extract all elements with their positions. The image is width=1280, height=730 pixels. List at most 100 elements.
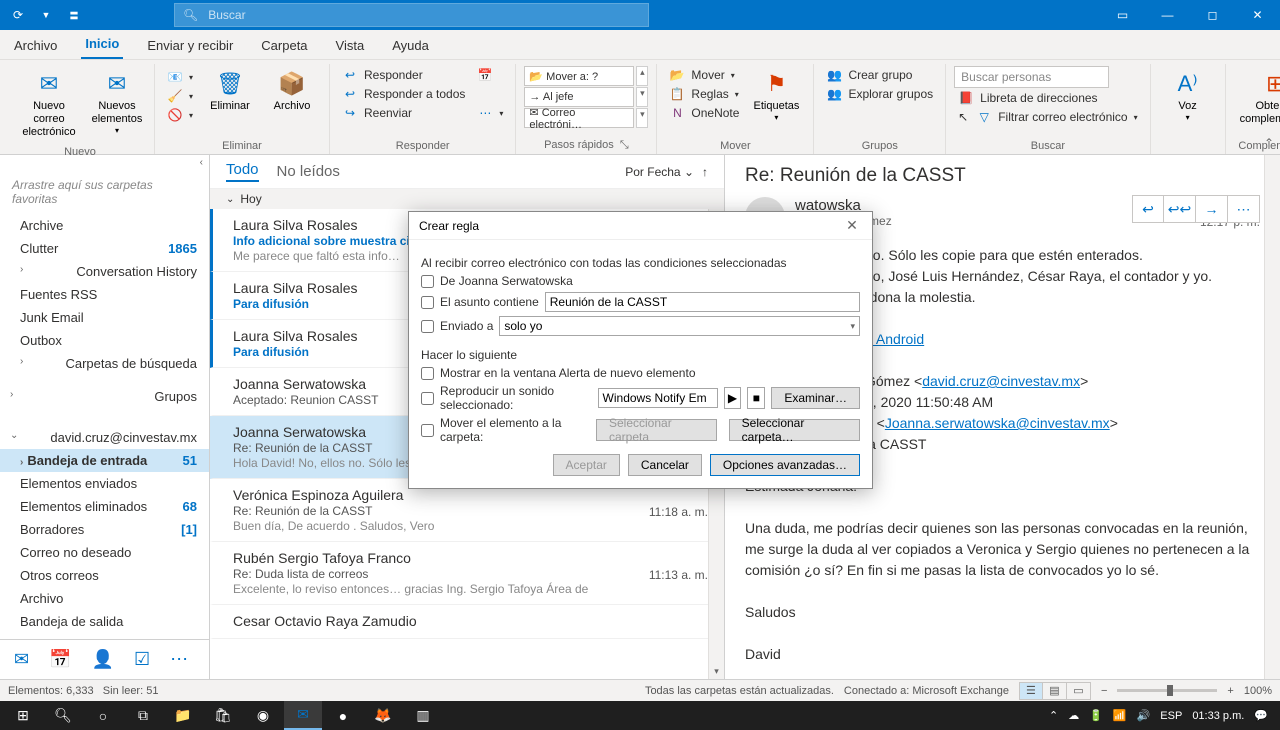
nav-item[interactable]: Correo no deseado [0, 541, 209, 564]
junk-button[interactable]: 🚫▾ [163, 106, 197, 124]
sort-button[interactable]: Por Fecha ⌄ [625, 165, 694, 179]
taskview-icon[interactable]: ⧉ [124, 701, 162, 730]
tab-inicio[interactable]: Inicio [81, 30, 123, 59]
sent-to-select[interactable]: solo yo▾ [499, 316, 860, 336]
voice-button[interactable]: A⁾Voz▾ [1159, 64, 1217, 127]
tray-up-icon[interactable]: ⌃ [1049, 709, 1058, 722]
nav-item[interactable]: Clutter1865 [0, 237, 209, 260]
archive-button[interactable]: 📦Archivo [263, 64, 321, 117]
select-folder-button[interactable]: Seleccionar carpeta… [729, 419, 860, 441]
sound-input[interactable]: Windows Notify Em [598, 388, 718, 408]
nav-item[interactable]: ›Carpetas de búsqueda [0, 352, 209, 375]
nav-item[interactable]: Archivo [0, 587, 209, 610]
cleanup-button[interactable]: 🧹▾ [163, 87, 197, 105]
alert-checkbox[interactable] [421, 367, 434, 380]
chrome-icon[interactable]: ◉ [244, 701, 282, 730]
browse-groups-button[interactable]: 👥Explorar grupos [822, 85, 937, 103]
explorer-icon[interactable]: 📁 [164, 701, 202, 730]
meeting-button[interactable]: 📅 [473, 66, 507, 84]
app2-icon[interactable]: ▥ [404, 701, 442, 730]
new-items-button[interactable]: ✉Nuevos elementos▾ [88, 64, 146, 140]
nav-item[interactable]: Outbox [0, 329, 209, 352]
quickstep-up[interactable]: ▴ [636, 66, 648, 86]
cortana-icon[interactable]: ○ [84, 701, 122, 730]
from-checkbox[interactable] [421, 275, 434, 288]
onenote-button[interactable]: NOneNote [665, 104, 743, 122]
rules-button[interactable]: 📋Reglas ▾ [665, 85, 743, 103]
quickstep-down[interactable]: ▾ [636, 87, 648, 107]
browse-button[interactable]: Examinar… [771, 387, 860, 409]
search-people-input[interactable]: Buscar personas [954, 66, 1109, 88]
reading-email-2[interactable]: Joanna.serwatowska@cinvestav.mx [885, 415, 1110, 431]
tab-archivo[interactable]: Archivo [10, 32, 61, 59]
nav-item[interactable]: Bandeja de salida [0, 610, 209, 633]
minimize-icon[interactable]: — [1145, 0, 1190, 30]
maximize-icon[interactable]: ◻ [1190, 0, 1235, 30]
tab-todo[interactable]: Todo [226, 161, 259, 182]
calendar-icon[interactable]: 📅 [49, 649, 71, 670]
nav-item[interactable]: Archive [0, 214, 209, 237]
reading-scrollbar[interactable] [1264, 155, 1280, 679]
stop-button[interactable]: ■ [747, 387, 765, 409]
more-action[interactable]: ⋯ [1228, 195, 1260, 223]
zoom-plus[interactable]: + [1227, 685, 1233, 697]
tray-wifi-icon[interactable]: 📶 [1113, 709, 1127, 722]
start-button[interactable]: ⊞ [4, 701, 42, 730]
forward-button[interactable]: ↪Reenviar [338, 104, 469, 122]
more-nav-icon[interactable]: ⋯ [170, 649, 188, 670]
outlook-icon[interactable]: ✉ [284, 701, 322, 730]
app1-icon[interactable]: ● [324, 701, 362, 730]
message-item[interactable]: Cesar Octavio Raya Zamudio [210, 605, 724, 639]
message-item[interactable]: Rubén Sergio Tafoya FrancoRe: Duda lista… [210, 542, 724, 605]
nav-item[interactable]: Borradores[1] [0, 518, 209, 541]
ribbon-display-icon[interactable]: ▭ [1100, 0, 1145, 30]
store-icon[interactable]: 🛍 [204, 701, 242, 730]
move-button[interactable]: 📂Mover ▾ [665, 66, 743, 84]
quickstep-3[interactable]: ✉ Correo electróni… [524, 108, 634, 128]
search-box[interactable]: 🔍︎ Buscar [174, 3, 649, 27]
dialog-close-icon[interactable]: ✕ [842, 217, 862, 234]
nav-item[interactable]: Otros correos [0, 564, 209, 587]
forward-action[interactable]: → [1196, 195, 1228, 223]
nav-item[interactable]: Elementos eliminados68 [0, 495, 209, 518]
firefox-icon[interactable]: 🦊 [364, 701, 402, 730]
overflow-icon[interactable]: 〓 [64, 9, 84, 22]
tab-carpeta[interactable]: Carpeta [257, 32, 311, 59]
subject-checkbox[interactable] [421, 296, 434, 309]
tasks-icon[interactable]: ☑ [134, 649, 150, 670]
nav-grupos[interactable]: ›Grupos [0, 385, 209, 408]
reading-link-android[interactable]: a Android [865, 331, 924, 347]
quickstep-1[interactable]: 📂 Mover a: ? [524, 66, 634, 86]
tab-noleidos[interactable]: No leídos [277, 163, 340, 180]
sent-to-checkbox[interactable] [421, 320, 434, 333]
zoom-slider[interactable] [1117, 689, 1217, 692]
taskbar-search-icon[interactable]: 🔍︎ [44, 701, 82, 730]
nav-item[interactable]: Junk Email [0, 306, 209, 329]
zoom-minus[interactable]: − [1101, 685, 1107, 697]
address-book-button[interactable]: 📕Libreta de direcciones [954, 89, 1141, 107]
tab-ayuda[interactable]: Ayuda [388, 32, 433, 59]
reply-button[interactable]: ↩Responder [338, 66, 469, 84]
filter-email-button[interactable]: ↖▽Filtrar correo electrónico ▾ [954, 108, 1141, 126]
quickstep-2[interactable]: → Al jefe [524, 87, 634, 107]
subject-input[interactable]: Reunión de la CASST [545, 292, 860, 312]
new-email-button[interactable]: ✉Nuevo correo electrónico [14, 64, 84, 144]
move-checkbox[interactable] [421, 424, 434, 437]
play-button[interactable]: ▶ [724, 387, 742, 409]
advanced-options-button[interactable]: Opciones avanzadas… [710, 454, 860, 476]
create-group-button[interactable]: 👥Crear grupo [822, 66, 937, 84]
cancel-button[interactable]: Cancelar [628, 454, 702, 476]
dropdown-icon[interactable]: ▼ [36, 10, 56, 20]
reading-email-1[interactable]: david.cruz@cinvestav.mx [922, 373, 1080, 389]
nav-item[interactable]: Elementos enviados [0, 472, 209, 495]
nav-item[interactable]: ›Bandeja de entrada51 [0, 449, 209, 472]
collapse-ribbon-icon[interactable]: ⌃ [1264, 136, 1274, 150]
mail-icon[interactable]: ✉ [14, 649, 29, 670]
people-icon[interactable]: 👤 [92, 649, 114, 670]
refresh-icon[interactable]: ⟳ [8, 8, 28, 22]
reply-all-action[interactable]: ↩↩ [1164, 195, 1196, 223]
quickstep-more[interactable]: ▾ [636, 108, 648, 128]
nav-account[interactable]: ⌄david.cruz@cinvestav.mx [0, 426, 209, 449]
sound-checkbox[interactable] [421, 392, 434, 405]
addins-button[interactable]: ⊞Obtener complementos [1234, 64, 1280, 130]
